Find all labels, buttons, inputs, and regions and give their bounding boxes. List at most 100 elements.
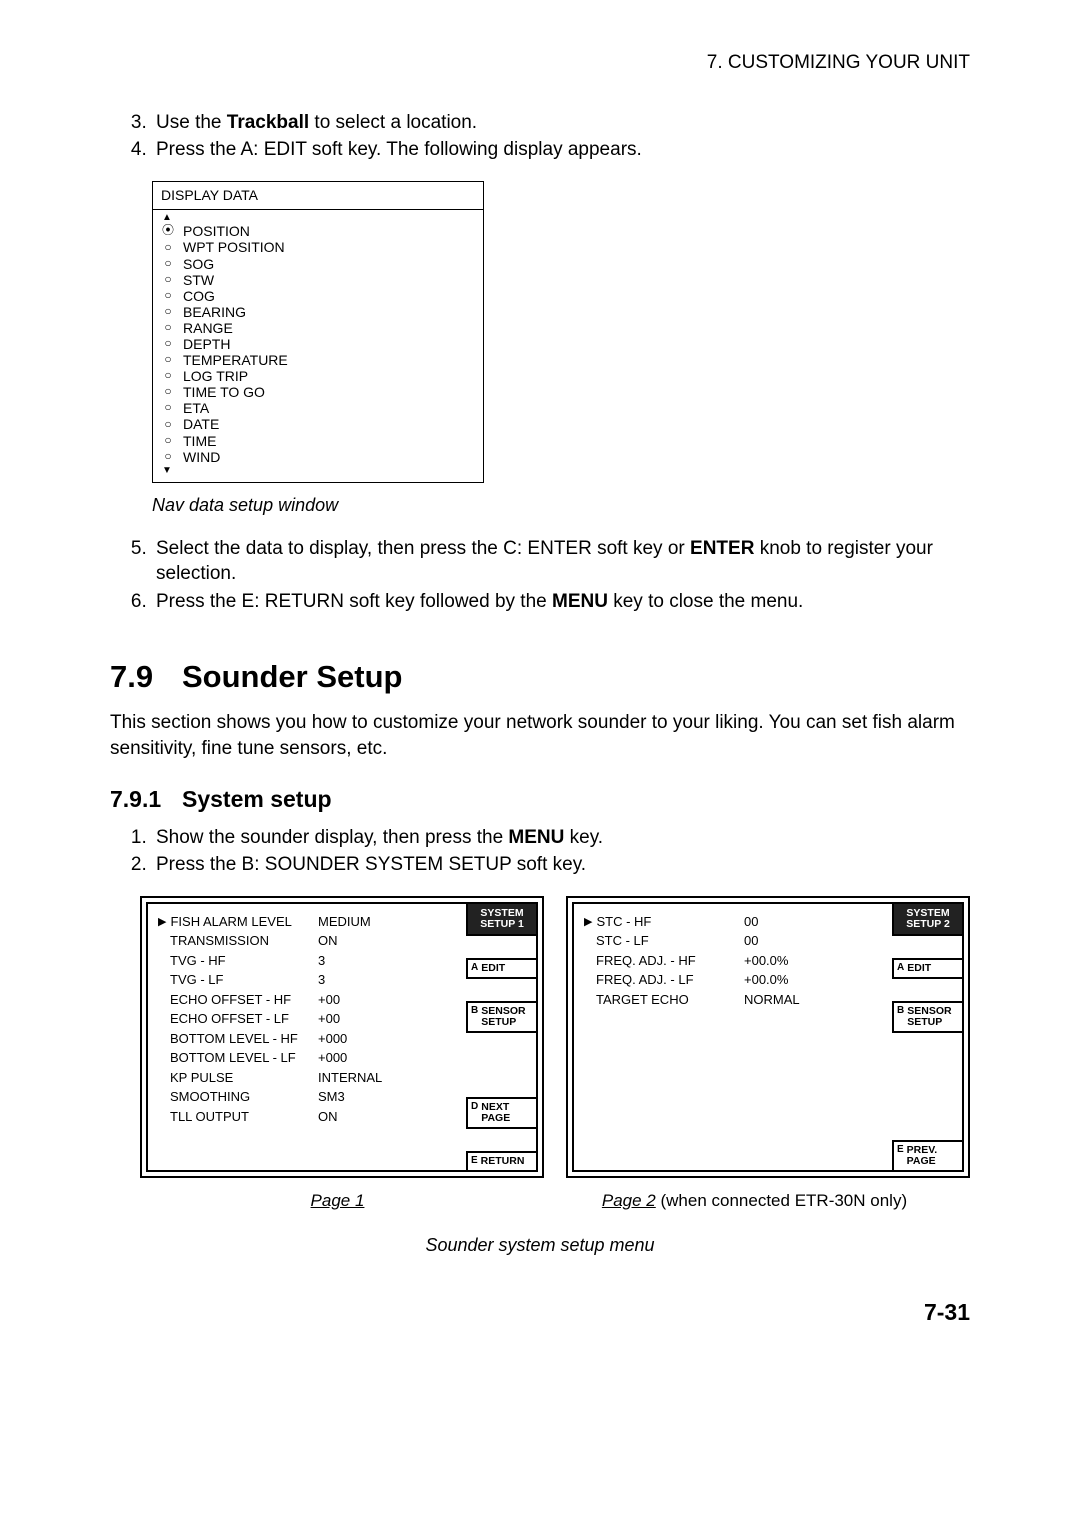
steps-list-b: Select the data to display, then press t… xyxy=(110,536,970,615)
sub-step-1-b: MENU xyxy=(508,827,564,848)
nav-data-item[interactable]: ○ DATE xyxy=(161,416,475,432)
nav-data-item[interactable]: ○TEMPERATURE xyxy=(161,352,475,368)
settings-row-value: 00 xyxy=(744,912,758,932)
settings-row-value: ON xyxy=(318,931,338,951)
settings-row-label: ▶FISH ALARM LEVEL xyxy=(158,912,318,932)
radio-icon: ○ xyxy=(161,241,175,255)
sub-step-1-a: Show the sounder display, then press the xyxy=(156,827,508,848)
softkey-letter: D xyxy=(471,1102,478,1124)
pointer-icon: ▶ xyxy=(584,914,592,931)
softkey-letter: B xyxy=(471,1006,478,1028)
softkey-a-edit[interactable]: AEDIT xyxy=(466,958,538,979)
step-6-a: Press the E: RETURN soft key followed by… xyxy=(156,591,552,612)
sounder-panels: ▶FISH ALARM LEVELMEDIUMTRANSMISSIONONTVG… xyxy=(140,896,970,1178)
settings-row-value: SM3 xyxy=(318,1087,345,1107)
step-5-b: ENTER xyxy=(690,538,754,559)
settings-row-value: +00 xyxy=(318,990,340,1010)
nav-data-item[interactable]: ○WIND xyxy=(161,449,475,465)
settings-row-value: +000 xyxy=(318,1029,347,1049)
softkey-b-sensor-setup-2[interactable]: BSENSOR SETUP xyxy=(892,1001,964,1033)
settings-row-label: TARGET ECHO xyxy=(584,990,744,1010)
settings-row-label: TVG - LF xyxy=(158,970,318,990)
radio-icon: ○ xyxy=(161,353,175,367)
nav-data-item-label: RANGE xyxy=(183,320,233,336)
nav-data-item[interactable]: ○TIME xyxy=(161,433,475,449)
softkey-text: EDIT xyxy=(481,963,533,974)
sub-step-1-c: key. xyxy=(564,827,603,848)
nav-data-item[interactable]: ⦿ POSITION xyxy=(161,223,475,239)
softkey-e-return[interactable]: ERETURN xyxy=(466,1151,538,1172)
step-3: Use the Trackball to select a location. xyxy=(152,110,970,136)
nav-data-item-label: BEARING xyxy=(183,304,246,320)
nav-data-item[interactable]: ○ETA xyxy=(161,400,475,416)
settings-row-value: 3 xyxy=(318,970,325,990)
scroll-down-arrow-icon[interactable]: ▼ xyxy=(161,465,475,477)
softkey-e-prev-page[interactable]: EPREV. PAGE xyxy=(892,1140,964,1172)
subsection-num: 7.9.1 xyxy=(110,784,182,815)
step-4-text: Press the A: EDIT soft key. The followin… xyxy=(156,139,642,160)
nav-data-window: DISPLAY DATA ▲ ⦿POSITION○WPT POSITION○SO… xyxy=(152,181,484,483)
settings-row-value: +00.0% xyxy=(744,970,788,990)
step-3-bold: Trackball xyxy=(227,112,309,133)
radio-icon: ○ xyxy=(161,305,175,319)
settings-row-label: BOTTOM LEVEL - LF xyxy=(158,1048,318,1068)
softkey-a-edit-2[interactable]: AEDIT xyxy=(892,958,964,979)
system-setup-1-panel: ▶FISH ALARM LEVELMEDIUMTRANSMISSIONONTVG… xyxy=(140,896,544,1178)
radio-icon: ⦿ xyxy=(161,224,175,238)
step-4: Press the A: EDIT soft key. The followin… xyxy=(152,137,970,163)
nav-data-item[interactable]: ○ LOG TRIP xyxy=(161,368,475,384)
page-2-text: Page 2 xyxy=(602,1191,656,1210)
settings-row-value: +00 xyxy=(318,1009,340,1029)
softkey-text: SENSOR SETUP xyxy=(907,1006,959,1028)
radio-icon: ○ xyxy=(161,385,175,399)
settings-row-label: FREQ. ADJ. - LF xyxy=(584,970,744,990)
nav-data-item[interactable]: ○TIME TO GO xyxy=(161,384,475,400)
nav-data-item[interactable]: ○STW xyxy=(161,272,475,288)
sounder-menu-caption: Sounder system setup menu xyxy=(110,1233,970,1257)
section-num: 7.9 xyxy=(110,656,182,698)
step-5: Select the data to display, then press t… xyxy=(152,536,970,587)
nav-data-item-label: POSITION xyxy=(183,223,250,239)
nav-data-item-label: DEPTH xyxy=(183,336,230,352)
radio-icon: ○ xyxy=(161,401,175,415)
softkey-d-next-page[interactable]: DNEXT PAGE xyxy=(466,1097,538,1129)
step-5-a: Select the data to display, then press t… xyxy=(156,538,690,559)
nav-data-item[interactable]: ○DEPTH xyxy=(161,336,475,352)
settings-row-label: SMOOTHING xyxy=(158,1087,318,1107)
nav-data-item[interactable]: ○ BEARING xyxy=(161,304,475,320)
nav-data-caption: Nav data setup window xyxy=(152,493,970,517)
nav-data-item[interactable]: ○COG xyxy=(161,288,475,304)
page-1-text: Page 1 xyxy=(311,1191,365,1210)
sub-step-2-a: Press the B: SOUNDER SYSTEM SETUP soft k… xyxy=(156,854,586,875)
settings-row-label: KP PULSE xyxy=(158,1068,318,1088)
nav-data-item-label: TIME xyxy=(183,433,216,449)
radio-icon: ○ xyxy=(161,418,175,432)
nav-data-item-label: LOG TRIP xyxy=(183,368,248,384)
settings-row-label: BOTTOM LEVEL - HF xyxy=(158,1029,318,1049)
softkey-b-sensor-setup[interactable]: BSENSOR SETUP xyxy=(466,1001,538,1033)
settings-row-label: STC - LF xyxy=(584,931,744,951)
nav-data-item[interactable]: ○SOG xyxy=(161,256,475,272)
settings-row-label: TVG - HF xyxy=(158,951,318,971)
sub-step-1: Show the sounder display, then press the… xyxy=(152,825,970,851)
steps-list-a: Use the Trackball to select a location. … xyxy=(110,110,970,163)
section-title: Sounder Setup xyxy=(182,659,402,694)
step-6: Press the E: RETURN soft key followed by… xyxy=(152,589,970,615)
softkey-text: EDIT xyxy=(907,963,959,974)
scroll-up-arrow-icon[interactable]: ▲ xyxy=(161,212,475,224)
softkey-letter: E xyxy=(471,1156,478,1167)
page-2-note: (when connected ETR-30N only) xyxy=(656,1191,907,1210)
nav-data-item[interactable]: ○RANGE xyxy=(161,320,475,336)
softkey-header-1: SYSTEM SETUP 1 xyxy=(466,902,538,936)
radio-icon: ○ xyxy=(161,369,175,383)
nav-data-item-label: SOG xyxy=(183,256,214,272)
nav-data-item-label: DATE xyxy=(183,416,219,432)
step-3-post: to select a location. xyxy=(309,112,477,133)
step-6-c: key to close the menu. xyxy=(608,591,803,612)
step-3-pre: Use the xyxy=(156,112,227,133)
section-heading: 7.9Sounder Setup xyxy=(110,656,970,698)
subsection-heading: 7.9.1System setup xyxy=(110,784,970,815)
nav-data-item[interactable]: ○WPT POSITION xyxy=(161,239,475,255)
nav-data-body: ▲ ⦿POSITION○WPT POSITION○SOG○STW○COG○BEA… xyxy=(153,210,483,482)
nav-data-title: DISPLAY DATA xyxy=(153,182,483,210)
